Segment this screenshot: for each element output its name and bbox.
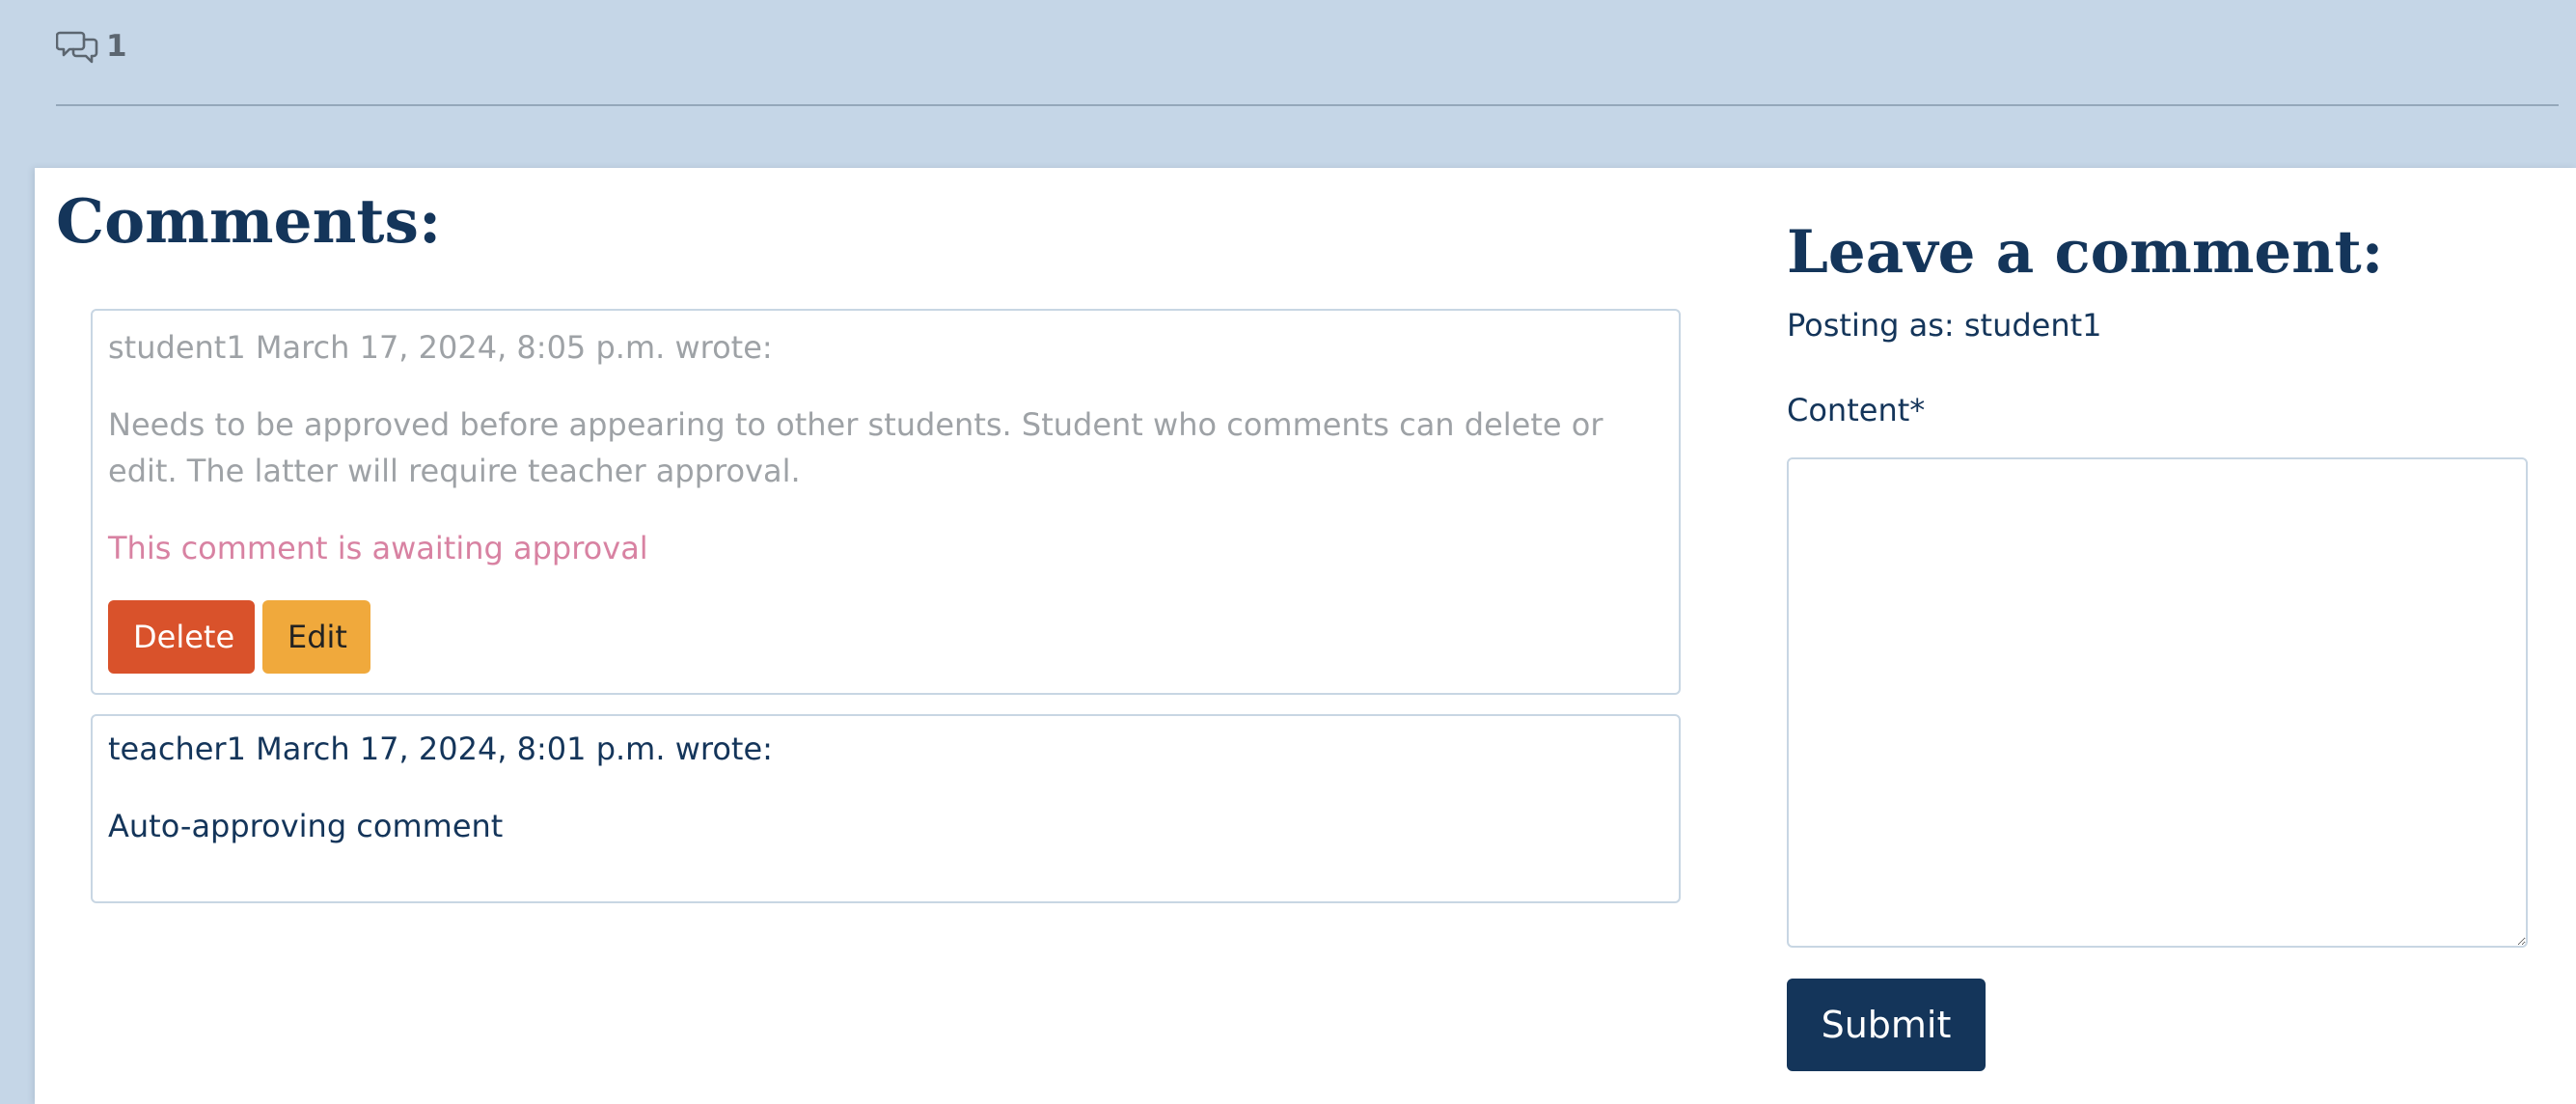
divider <box>56 104 2559 106</box>
leave-comment-heading: Leave a comment: <box>1787 218 2384 287</box>
comment-item-pending: student1 March 17, 2024, 8:05 p.m. wrote… <box>91 309 1681 695</box>
comment-body: Needs to be approved before appearing to… <box>108 406 1603 489</box>
comment-meta: teacher1 March 17, 2024, 8:01 p.m. wrote… <box>108 731 773 767</box>
chat-bubbles-icon <box>56 27 100 66</box>
content-textarea[interactable] <box>1787 457 2528 948</box>
submit-button[interactable]: Submit <box>1787 979 1986 1071</box>
awaiting-approval-notice: This comment is awaiting approval <box>108 530 648 566</box>
posting-as-text: Posting as: student1 <box>1787 307 2102 344</box>
comment-actions: Delete Edit <box>108 600 370 674</box>
delete-button[interactable]: Delete <box>108 600 255 674</box>
comments-heading: Comments: <box>56 185 442 257</box>
comments-card: Comments: student1 March 17, 2024, 8:05 … <box>35 168 2576 1104</box>
comment-body: Auto-approving comment <box>108 808 504 844</box>
comment-item-approved: teacher1 March 17, 2024, 8:01 p.m. wrote… <box>91 714 1681 903</box>
post-footer-bar: 1 <box>0 0 2576 166</box>
comment-meta: student1 March 17, 2024, 8:05 p.m. wrote… <box>108 329 773 366</box>
comment-count: 1 <box>56 25 127 68</box>
comment-count-value: 1 <box>106 29 127 64</box>
edit-button[interactable]: Edit <box>262 600 370 674</box>
content-label: Content* <box>1787 392 1926 428</box>
